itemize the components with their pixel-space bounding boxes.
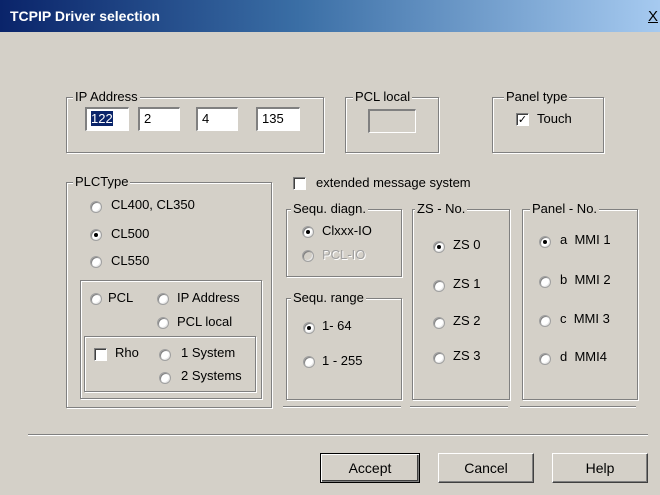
clxxx-io-radio[interactable]: [302, 226, 314, 238]
group-divider-3: [520, 406, 636, 408]
zs-no-group-label: ZS - No.: [415, 201, 468, 216]
extended-message-label: extended message system: [316, 175, 471, 190]
accept-button[interactable]: Accept: [320, 453, 420, 483]
plc-cl550-radio[interactable]: [90, 256, 102, 268]
one-system-label: 1 System: [181, 345, 236, 360]
plc-cl550-label: CL550: [111, 253, 150, 268]
zs2-label: ZS 2: [453, 313, 481, 328]
panel-mmi4-radio[interactable]: [539, 353, 551, 365]
ip-address-group-label: IP Address: [73, 89, 140, 104]
zs3-label: ZS 3: [453, 348, 481, 363]
zs3-radio[interactable]: [433, 352, 445, 364]
zs1-radio[interactable]: [433, 280, 445, 292]
touch-checkbox[interactable]: ✓: [516, 113, 529, 126]
panel-mmi2-radio[interactable]: [539, 276, 551, 288]
title-bar: TCPIP Driver selection X: [0, 0, 660, 32]
plc-cl400-label: CL400, CL350: [111, 197, 195, 212]
range-1-255-radio[interactable]: [303, 356, 315, 368]
pcl-local-label: PCL local: [177, 314, 233, 329]
ip-octet-3-field[interactable]: 4: [196, 107, 238, 131]
plc-type-group-label: PLCType: [73, 174, 131, 189]
help-button[interactable]: Help: [552, 453, 648, 483]
cancel-button[interactable]: Cancel: [438, 453, 534, 483]
range-1-64-radio[interactable]: [303, 322, 315, 334]
zs2-radio[interactable]: [433, 317, 445, 329]
pcl-io-label: PCL-IO: [322, 247, 366, 262]
panel-mmi3-label: c MMI 3: [560, 311, 610, 326]
sequ-diagn-group: Sequ. diagn.: [286, 201, 402, 277]
pcl-ip-address-radio[interactable]: [157, 293, 169, 305]
touch-label: Touch: [537, 111, 572, 126]
panel-no-group-label: Panel - No.: [530, 201, 600, 216]
group-divider-2: [410, 406, 508, 408]
pcl-io-radio[interactable]: [302, 250, 314, 262]
sequ-diagn-group-label: Sequ. diagn.: [291, 201, 369, 216]
plc-cl400-radio[interactable]: [90, 201, 102, 213]
rho-label: Rho: [115, 345, 139, 360]
panel-mmi4-label: d MMI4: [560, 349, 607, 364]
panel-mmi3-radio[interactable]: [539, 315, 551, 327]
pcl-radio[interactable]: [90, 293, 102, 305]
panel-mmi1-radio[interactable]: [539, 236, 551, 248]
dialog-window: TCPIP Driver selection X IP Address 122 …: [0, 0, 660, 495]
ip-octet-2-field[interactable]: 2: [138, 107, 180, 131]
ip-octet-4-field[interactable]: 135: [256, 107, 300, 131]
zs1-label: ZS 1: [453, 276, 481, 291]
pcl-label: PCL: [108, 290, 134, 305]
bottom-separator: [28, 434, 648, 436]
panel-type-group-label: Panel type: [504, 89, 570, 104]
pcl-local-radio[interactable]: [157, 317, 169, 329]
pcl-ip-address-label: IP Address: [177, 290, 240, 305]
pcl-local-field: [368, 109, 416, 133]
pcl-local-group-label: PCL local: [353, 89, 413, 104]
zs0-radio[interactable]: [433, 241, 445, 253]
range-1-64-label: 1- 64: [322, 318, 352, 333]
panel-mmi2-label: b MMI 2: [560, 272, 611, 287]
two-systems-label: 2 Systems: [181, 368, 242, 383]
ip-octet-1-field[interactable]: 122: [85, 107, 129, 131]
rho-checkbox[interactable]: [94, 348, 107, 361]
range-1-255-label: 1 - 255: [322, 353, 363, 368]
close-icon[interactable]: X: [646, 9, 660, 25]
plc-cl500-label: CL500: [111, 226, 150, 241]
sequ-range-group-label: Sequ. range: [291, 290, 366, 305]
two-systems-radio[interactable]: [159, 372, 171, 384]
clxxx-io-label: Clxxx-IO: [322, 223, 372, 238]
sequ-range-group: Sequ. range: [286, 290, 402, 400]
extended-message-checkbox[interactable]: [293, 177, 306, 190]
window-title: TCPIP Driver selection: [10, 8, 160, 24]
plc-cl500-radio[interactable]: [90, 229, 102, 241]
one-system-radio[interactable]: [159, 349, 171, 361]
group-divider-1: [283, 406, 401, 408]
panel-mmi1-label: a MMI 1: [560, 232, 611, 247]
zs0-label: ZS 0: [453, 237, 481, 252]
